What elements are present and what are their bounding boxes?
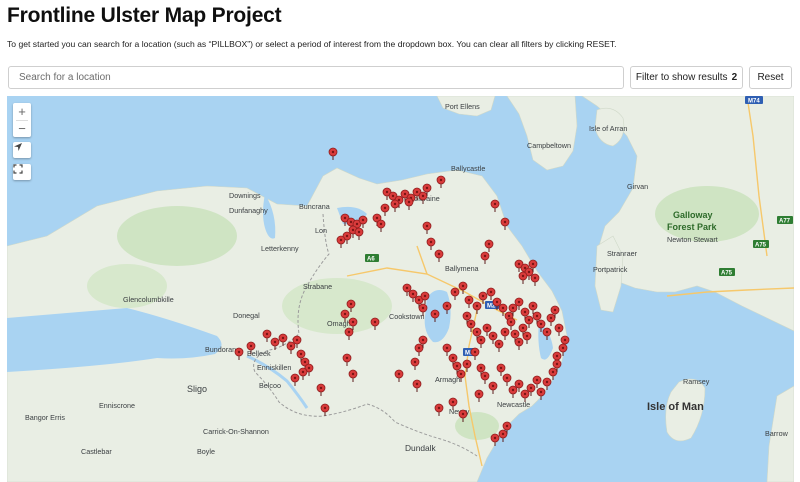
label-barrow: Barrow [765, 429, 789, 438]
label-omagh: Omagh [327, 319, 351, 328]
reset-button-label: Reset [757, 72, 784, 83]
label-londonderry: Lon [315, 226, 327, 235]
zoom-control: + − [13, 103, 31, 137]
label-armagh: Armagh [435, 375, 460, 384]
label-galloway: Galloway [673, 210, 713, 220]
label-downings: Downings [229, 191, 261, 200]
filter-count: 2 [731, 72, 738, 83]
label-ramsey: Ramsey [683, 377, 710, 386]
fullscreen-button[interactable] [13, 164, 31, 180]
label-donegal: Donegal [233, 311, 260, 320]
label-bundoran: Bundoran [205, 345, 236, 354]
label-port-ellens: Port Ellens [445, 102, 480, 111]
label-carrick-on-shannon: Carrick-On-Shannon [203, 427, 269, 436]
park-glenveagh [117, 206, 237, 266]
label-sligo: Sligo [187, 384, 207, 394]
label-portpatrick: Portpatrick [593, 265, 628, 274]
reset-button[interactable]: Reset [749, 66, 792, 89]
locate-arrow-icon [14, 143, 22, 151]
label-dunfanaghy: Dunfanaghy [229, 206, 268, 215]
label-stranraer: Stranraer [607, 249, 638, 258]
label-isle-of-man: Isle of Man [647, 401, 704, 413]
road-shield-a75: A75 [755, 243, 767, 249]
label-castlebar: Castlebar [81, 447, 112, 456]
intro-text: To get started you can search for a loca… [7, 39, 617, 49]
label-glencolumbkille: Glencolumbkille [123, 295, 174, 304]
locate-button[interactable] [13, 142, 31, 158]
road-shield-a77: A77 [779, 219, 791, 225]
label-forest-park: Forest Park [667, 222, 718, 232]
label-ballycastle: Ballycastle [451, 164, 485, 173]
road-shield-a6: A6 [367, 257, 375, 263]
page-title: Frontline Ulster Map Project [7, 4, 282, 27]
filter-button-label: Filter to show results [635, 72, 728, 83]
label-belcoo: Belcoo [259, 381, 281, 390]
search-input[interactable] [8, 66, 624, 89]
map-canvas[interactable]: Port Ellens Isle of Arran Campbeltown Ba… [7, 96, 794, 482]
fullscreen-icon [13, 164, 23, 174]
label-cookstown: Cookstown [389, 312, 425, 321]
label-strabane: Strabane [303, 282, 332, 291]
label-campbeltown: Campbeltown [527, 141, 571, 150]
road-shield-m74: M74 [748, 99, 760, 105]
label-enniscrone: Enniscrone [99, 401, 135, 410]
label-bangor-erris: Bangor Erris [25, 413, 65, 422]
label-boyle: Boyle [197, 447, 215, 456]
road-shield-a75b: A75 [721, 271, 733, 277]
label-enniskillen: Enniskillen [257, 363, 291, 372]
label-dundalk: Dundalk [405, 443, 437, 453]
map-svg: Port Ellens Isle of Arran Campbeltown Ba… [7, 96, 794, 482]
zoom-out-button[interactable]: − [13, 120, 31, 137]
label-buncrana: Buncrana [299, 202, 330, 211]
label-newton-stewart: Newton Stewart [667, 235, 718, 244]
zoom-in-button[interactable]: + [13, 103, 31, 120]
label-letterkenny: Letterkenny [261, 244, 299, 253]
filter-button[interactable]: Filter to show results 2 [630, 66, 743, 89]
label-ballymena: Ballymena [445, 264, 479, 273]
label-girvan: Girvan [627, 182, 648, 191]
label-isle-of-arran: Isle of Arran [589, 124, 627, 133]
